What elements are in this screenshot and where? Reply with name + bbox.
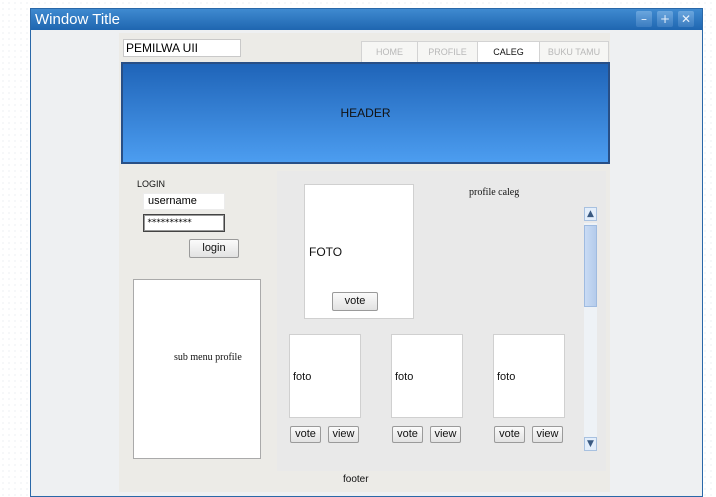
window-title: Window Title xyxy=(35,11,121,28)
candidate-view-button[interactable]: view xyxy=(430,426,461,443)
maximize-button[interactable]: + xyxy=(657,11,673,27)
candidate-vote-button[interactable]: vote xyxy=(392,426,423,443)
scroll-up-button[interactable]: ▲ xyxy=(584,207,597,221)
tab-home[interactable]: HOME xyxy=(361,41,417,63)
candidate-vote-button[interactable]: vote xyxy=(494,426,525,443)
candidate-photo-label: foto xyxy=(395,371,414,383)
candidate-photo-label: foto xyxy=(293,371,312,383)
candidate-photo-card: foto xyxy=(391,334,463,418)
main-vote-button[interactable]: vote xyxy=(332,292,378,311)
login-button[interactable]: login xyxy=(189,239,239,258)
submenu-profile-panel: sub menu profile xyxy=(133,279,261,459)
scroll-down-button[interactable]: ▼ xyxy=(584,437,597,451)
submenu-profile-label: sub menu profile xyxy=(174,352,242,363)
scrollbar-thumb[interactable] xyxy=(584,225,597,307)
minimize-button[interactable]: – xyxy=(636,11,652,27)
chevron-up-icon: ▲ xyxy=(587,209,594,219)
main-photo-card: FOTO vote xyxy=(304,184,414,319)
tab-profile[interactable]: PROFILE xyxy=(417,41,477,63)
username-input[interactable]: username xyxy=(143,193,225,210)
candidate-view-button[interactable]: view xyxy=(328,426,359,443)
header-banner: HEADER xyxy=(121,62,610,164)
login-heading: LOGIN xyxy=(137,179,166,189)
profile-caleg-title: profile caleg xyxy=(469,187,520,198)
chevron-down-icon: ▼ xyxy=(587,439,594,449)
candidate-view-button[interactable]: view xyxy=(532,426,563,443)
candidate-photo-card: foto xyxy=(289,334,361,418)
nav-tabs: HOME PROFILE CALEG BUKU TAMU xyxy=(361,41,609,63)
tab-caleg[interactable]: CALEG xyxy=(477,41,539,63)
content-panel: profile caleg FOTO vote foto vote view f… xyxy=(277,171,606,471)
candidate-vote-button[interactable]: vote xyxy=(290,426,321,443)
site-name-box: PEMILWA UII xyxy=(123,39,241,57)
web-page: PEMILWA UII HOME PROFILE CALEG BUKU TAMU… xyxy=(119,33,610,492)
tab-buku-tamu[interactable]: BUKU TAMU xyxy=(539,41,609,63)
app-window: Window Title – + ✕ PEMILWA UII HOME PROF… xyxy=(30,8,703,497)
title-bar[interactable]: Window Title – + ✕ xyxy=(31,9,702,30)
password-input[interactable]: ********** xyxy=(143,214,225,232)
candidate-photo-label: foto xyxy=(497,371,516,383)
footer-text: footer xyxy=(343,474,369,485)
main-photo-label: FOTO xyxy=(309,245,343,259)
close-button[interactable]: ✕ xyxy=(678,11,694,27)
candidate-photo-card: foto xyxy=(493,334,565,418)
